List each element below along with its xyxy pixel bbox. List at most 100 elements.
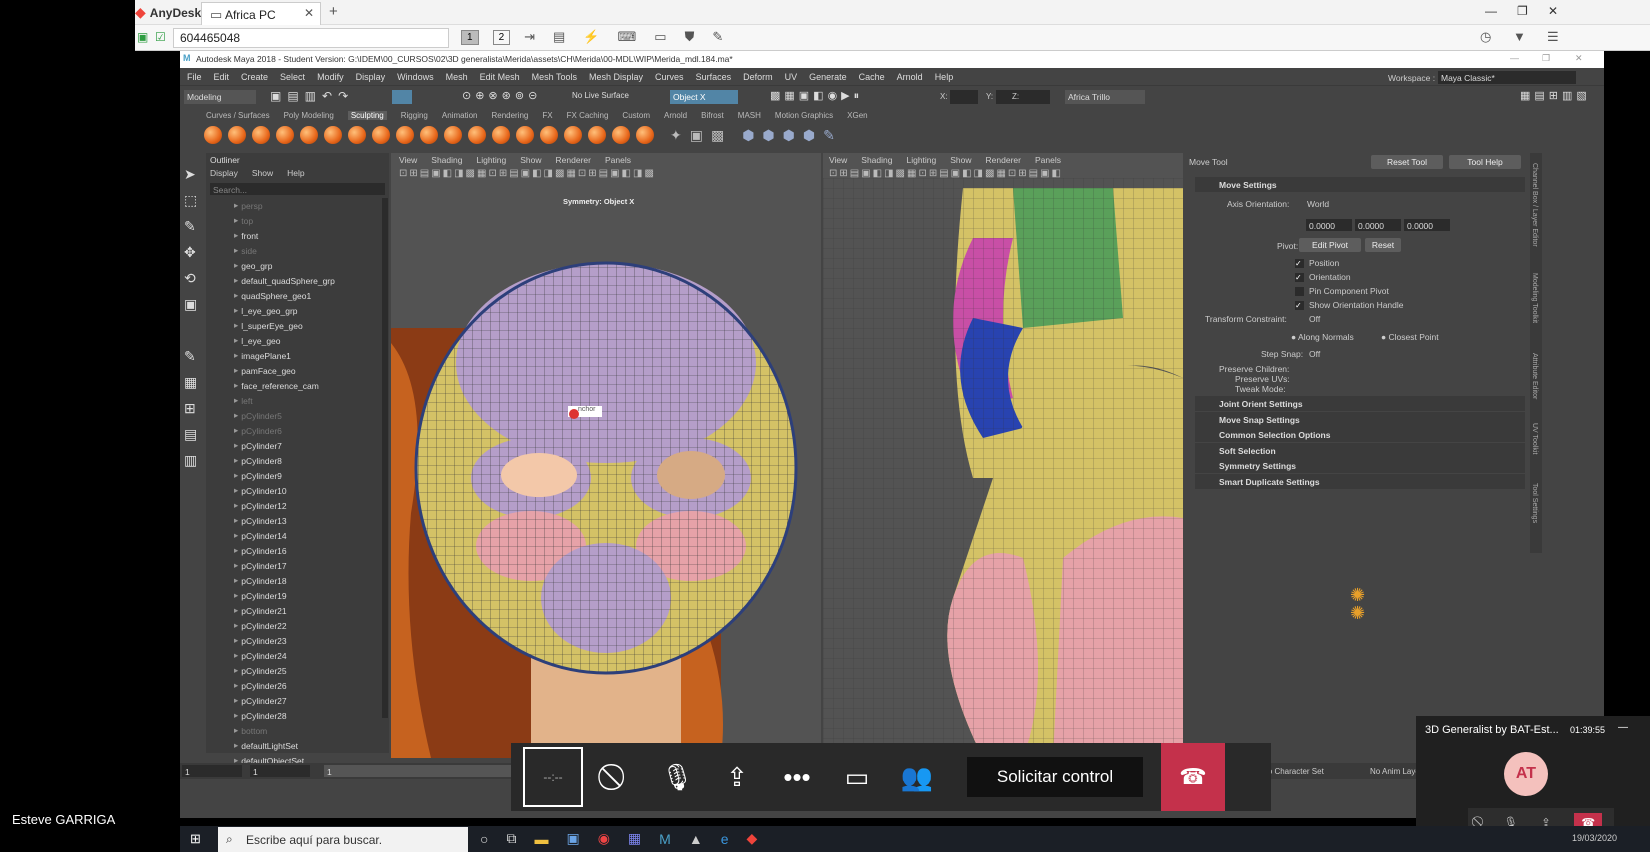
outliner-item[interactable]: ▸ pCylinder19: [206, 588, 382, 603]
menu-display[interactable]: Display: [356, 72, 386, 82]
outliner-item[interactable]: ▸ bottom: [206, 723, 382, 738]
outliner-item[interactable]: ▸ pCylinder26: [206, 678, 382, 693]
viewport-menu-view[interactable]: View: [399, 155, 417, 165]
outliner-item[interactable]: ▸ pCylinder25: [206, 663, 382, 678]
menu-create[interactable]: Create: [241, 72, 268, 82]
step-snap-dropdown[interactable]: Off: [1309, 349, 1320, 359]
menu-set-dropdown[interactable]: Modeling: [184, 90, 256, 104]
viewport-menu-renderer[interactable]: Renderer: [556, 155, 591, 165]
outliner-item[interactable]: ▸ left: [206, 393, 382, 408]
outliner-item[interactable]: ▸ face_reference_cam: [206, 378, 382, 393]
reset-pivot-button[interactable]: Reset: [1365, 238, 1401, 252]
mic-off-icon[interactable]: 🎙: [647, 747, 707, 807]
install-icon[interactable]: ▼: [1513, 29, 1526, 44]
side-tab-uv-toolkit[interactable]: UV Toolkit: [1531, 423, 1538, 454]
outliner-item[interactable]: ▸ pCylinder22: [206, 618, 382, 633]
viewport-menu-shading[interactable]: Shading: [431, 155, 462, 165]
outliner-item[interactable]: ▸ pCylinder12: [206, 498, 382, 513]
side-tab-channel-box-layer-editor[interactable]: Channel Box / Layer Editor: [1531, 163, 1538, 247]
start-frame-field[interactable]: 1: [182, 765, 242, 777]
transform-constraint-dropdown[interactable]: Off: [1309, 314, 1320, 324]
chrome-icon[interactable]: ◉: [598, 830, 610, 847]
section-symmetry-settings[interactable]: Symmetry Settings: [1195, 458, 1525, 473]
panel-toggle-icons[interactable]: ▦▤⊞▥▧: [1520, 89, 1591, 102]
outliner-item[interactable]: ▸ pCylinder9: [206, 468, 382, 483]
outliner-menu-help[interactable]: Help: [287, 168, 304, 178]
history-icon[interactable]: ◷: [1480, 29, 1491, 45]
toolbox-icons[interactable]: ➤ ⬚ ✎ ✥ ⟲ ▣ ✎ ▦ ⊞ ▤ ▥: [184, 161, 197, 473]
viewport-side[interactable]: View Shading Lighting Show Renderer Panels ⊡⊞…: [823, 153, 1183, 758]
anydesk-taskbar-icon[interactable]: ◆: [746, 830, 757, 847]
outliner-item[interactable]: ▸ pCylinder10: [206, 483, 382, 498]
reset-tool-button[interactable]: Reset Tool: [1371, 155, 1443, 169]
snap-icons[interactable]: ⊙⊕⊗⊛⊚⊝: [462, 89, 541, 102]
permissions-icon[interactable]: ⛊: [685, 29, 695, 45]
menu-modify[interactable]: Modify: [317, 72, 344, 82]
menu-help[interactable]: Help: [935, 72, 954, 82]
y-field[interactable]: [996, 90, 1024, 104]
viewport-front[interactable]: View Shading Lighting Show Renderer Panels ⊡⊞…: [391, 153, 821, 758]
workspace-dropdown[interactable]: Maya Classic*: [1438, 71, 1576, 84]
camera-off-icon[interactable]: ⃠: [587, 747, 647, 807]
outliner-item[interactable]: ▸ imagePlane1: [206, 348, 382, 363]
viewport-menu-lighting[interactable]: Lighting: [906, 155, 936, 165]
axis-z-field[interactable]: 0.0000: [1404, 219, 1450, 231]
chat-icon[interactable]: ▤: [553, 29, 565, 45]
outliner-item[interactable]: ▸ quadSphere_geo1: [206, 288, 382, 303]
select-mode-icon[interactable]: [392, 90, 412, 104]
section-joint-orient-settings[interactable]: Joint Orient Settings: [1195, 396, 1525, 411]
whiteboard-icon[interactable]: ✎: [712, 29, 723, 45]
viewport-menu-shading[interactable]: Shading: [861, 155, 892, 165]
along-normals-radio[interactable]: ● Along Normals: [1291, 332, 1354, 342]
side-tab-modeling-toolkit[interactable]: Modeling Toolkit: [1531, 273, 1538, 323]
actions-icon[interactable]: ⚡: [583, 29, 599, 45]
outliner-item[interactable]: ▸ pCylinder18: [206, 573, 382, 588]
menu-edit[interactable]: Edit: [214, 72, 230, 82]
file-explorer-icon[interactable]: ▬: [534, 831, 548, 847]
side-tab-attribute-editor[interactable]: Attribute Editor: [1531, 353, 1538, 399]
axis-orientation-dropdown[interactable]: World: [1307, 199, 1329, 209]
address-field[interactable]: 604465048: [173, 28, 449, 48]
outliner-item[interactable]: ▸ pCylinder27: [206, 693, 382, 708]
outliner-item[interactable]: ▸ default_quadSphere_grp: [206, 273, 382, 288]
menu-curves[interactable]: Curves: [655, 72, 684, 82]
menu-windows[interactable]: Windows: [397, 72, 434, 82]
menu-edit-mesh[interactable]: Edit Mesh: [480, 72, 520, 82]
viewport-menu-show[interactable]: Show: [950, 155, 971, 165]
render-icons[interactable]: ▩▦▣◧◉▶⏸: [770, 89, 863, 103]
menu-file[interactable]: File: [187, 72, 202, 82]
position-checkbox[interactable]: ✓: [1295, 258, 1304, 268]
outliner-item[interactable]: ▸ pCylinder21: [206, 603, 382, 618]
self-view-tile[interactable]: --:--: [523, 747, 583, 807]
shelf-tab-sculpting[interactable]: Sculpting: [347, 110, 387, 120]
outliner-item[interactable]: ▸ front: [206, 228, 382, 243]
user-account-dropdown[interactable]: Africa Trillo: [1065, 90, 1145, 104]
shelf-tab-poly-modeling[interactable]: Poly Modeling: [284, 111, 334, 120]
shelf-tab-animation[interactable]: Animation: [442, 111, 478, 120]
anim-layer-dropdown[interactable]: No Anim Layer: [1370, 767, 1422, 776]
section-common-selection-options[interactable]: Common Selection Options: [1195, 427, 1525, 442]
chat-icon[interactable]: ▭: [827, 747, 887, 807]
viewport-menu-renderer[interactable]: Renderer: [986, 155, 1021, 165]
menu-uv[interactable]: UV: [785, 72, 798, 82]
axis-x-field[interactable]: 0.0000: [1306, 219, 1352, 231]
pin-pivot-checkbox[interactable]: [1295, 286, 1304, 296]
task-view-icon[interactable]: ⧉: [506, 830, 516, 847]
viewport-toolbar-front[interactable]: ⊡⊞▤▣◧◨▩▦⊡⊞▤▣◧◨▩▦⊡⊞▤▣◧◨▩: [399, 168, 656, 179]
outliner-item[interactable]: ▸ pCylinder16: [206, 543, 382, 558]
viewport-menu-panels[interactable]: Panels: [605, 155, 631, 165]
shelf-tab-motion-graphics[interactable]: Motion Graphics: [775, 111, 833, 120]
shelf-tab-curves-surfaces[interactable]: Curves / Surfaces: [206, 111, 270, 120]
participants-icon[interactable]: 👥: [887, 747, 947, 807]
menu-generate[interactable]: Generate: [809, 72, 847, 82]
menu-select[interactable]: Select: [280, 72, 305, 82]
shelf-tab-rendering[interactable]: Rendering: [491, 111, 528, 120]
maximize-icon[interactable]: ❐: [1517, 4, 1528, 18]
outliner-item[interactable]: ▸ persp: [206, 198, 382, 213]
shelf-tab-bifrost[interactable]: Bifrost: [701, 111, 724, 120]
shelf-tab-custom[interactable]: Custom: [622, 111, 650, 120]
closest-point-radio[interactable]: ● Closest Point: [1381, 332, 1439, 342]
maya-close-icon[interactable]: ✕: [1575, 53, 1583, 64]
outliner-item[interactable]: ▸ pCylinder28: [206, 708, 382, 723]
minimize-call-icon[interactable]: —: [1618, 722, 1628, 733]
